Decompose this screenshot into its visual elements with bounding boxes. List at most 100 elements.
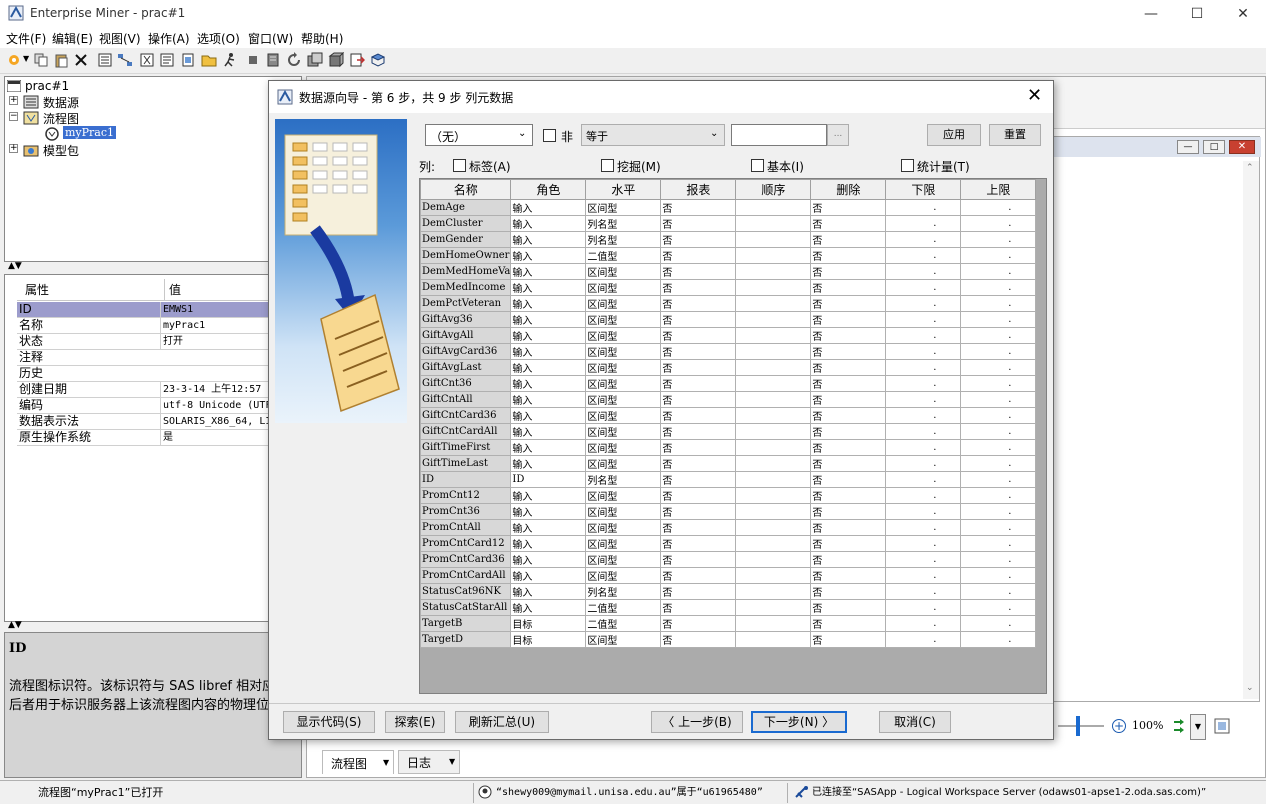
layout-dropdown-icon[interactable]: ▼ [1190, 714, 1206, 740]
table-cell[interactable]: 输入 [510, 599, 587, 616]
cell-lower-limit[interactable]: . [885, 551, 962, 568]
table-cell[interactable]: 否 [660, 295, 737, 312]
cell-lower-limit[interactable]: . [885, 231, 962, 248]
cube-icon[interactable] [328, 52, 344, 68]
cell-lower-limit[interactable]: . [885, 311, 962, 328]
table-cell[interactable]: 否 [810, 295, 887, 312]
table-cell[interactable]: 区间型 [585, 279, 662, 296]
table-cell[interactable] [735, 199, 812, 216]
table-cell[interactable]: 区间型 [585, 631, 662, 648]
cell-upper-limit[interactable]: . [960, 279, 1037, 296]
table-row[interactable]: GiftAvg36 输入 区间型否否.. [419, 311, 1037, 328]
table-cell[interactable]: 区间型 [585, 263, 662, 280]
table-row[interactable]: PromCntCard12 输入 区间型否否.. [419, 535, 1037, 552]
table-row[interactable]: DemHomeOwner 输入 二值型否否.. [419, 247, 1037, 264]
cell-name[interactable]: TargetD [419, 631, 512, 648]
table-cell[interactable]: 否 [810, 359, 887, 376]
table-cell[interactable]: 否 [810, 599, 887, 616]
mining-checkbox[interactable] [601, 159, 614, 172]
table-row[interactable]: GiftCntCardAll 输入 区间型否否.. [419, 423, 1037, 440]
cell-lower-limit[interactable]: . [885, 215, 962, 232]
diagram-minimize-button[interactable]: — [1177, 140, 1199, 154]
cell-upper-limit[interactable]: . [960, 471, 1037, 488]
table-cell[interactable]: 否 [810, 551, 887, 568]
cell-lower-limit[interactable]: . [885, 535, 962, 552]
table-cell[interactable]: 区间型 [585, 439, 662, 456]
cell-upper-limit[interactable]: . [960, 615, 1037, 632]
cell-upper-limit[interactable]: . [960, 631, 1037, 648]
table-cell[interactable]: 输入 [510, 567, 587, 584]
table-cell[interactable]: 输入 [510, 583, 587, 600]
table-row[interactable]: PromCnt36 输入 区间型否否.. [419, 503, 1037, 520]
cell-lower-limit[interactable]: . [885, 327, 962, 344]
table-cell[interactable] [735, 311, 812, 328]
cell-lower-limit[interactable]: . [885, 487, 962, 504]
table-row[interactable]: PromCntAll 输入 区间型否否.. [419, 519, 1037, 536]
cell-lower-limit[interactable]: . [885, 583, 962, 600]
cell-name[interactable]: DemCluster [419, 215, 512, 232]
paste-icon[interactable] [53, 52, 69, 68]
table-cell[interactable]: 否 [660, 519, 737, 536]
cell-upper-limit[interactable]: . [960, 439, 1037, 456]
folder-icon[interactable] [201, 52, 217, 68]
table-cell[interactable]: 否 [660, 503, 737, 520]
table-cell[interactable]: 列名型 [585, 215, 662, 232]
table-row[interactable]: DemAge 输入 区间型否否.. [419, 199, 1037, 216]
table-cell[interactable]: 否 [810, 535, 887, 552]
cell-upper-limit[interactable]: . [960, 487, 1037, 504]
table-cell[interactable]: 列名型 [585, 583, 662, 600]
layout-icon[interactable] [1172, 718, 1188, 734]
cell-upper-limit[interactable]: . [960, 247, 1037, 264]
table-cell[interactable]: 否 [810, 439, 887, 456]
table-cell[interactable]: 输入 [510, 455, 587, 472]
cell-lower-limit[interactable]: . [885, 295, 962, 312]
table-cell[interactable]: 否 [810, 471, 887, 488]
table-cell[interactable]: 否 [660, 199, 737, 216]
table-cell[interactable] [735, 567, 812, 584]
table-cell[interactable]: 否 [660, 455, 737, 472]
cell-lower-limit[interactable]: . [885, 343, 962, 360]
table-cell[interactable] [735, 615, 812, 632]
column-header[interactable]: 顺序 [735, 179, 812, 200]
table-cell[interactable]: 否 [810, 391, 887, 408]
table-cell[interactable]: 否 [810, 199, 887, 216]
property-row[interactable]: 名称 myPrac1 [17, 318, 303, 334]
cell-name[interactable]: PromCntCard12 [419, 535, 512, 552]
table-cell[interactable]: 目标 [510, 615, 587, 632]
column-header[interactable]: 报表 [660, 179, 737, 200]
cell-upper-limit[interactable]: . [960, 567, 1037, 584]
maximize-button[interactable]: ☐ [1174, 0, 1220, 28]
cell-upper-limit[interactable]: . [960, 391, 1037, 408]
column-header[interactable]: 删除 [810, 179, 887, 200]
property-row[interactable]: 状态 打开 [17, 334, 303, 350]
property-row[interactable]: 历史 [17, 366, 303, 382]
cell-name[interactable]: GiftCntAll [419, 391, 512, 408]
column-header[interactable]: 下限 [885, 179, 962, 200]
table-cell[interactable]: 否 [660, 231, 737, 248]
filter-value-input[interactable] [731, 124, 827, 146]
table-cell[interactable]: 区间型 [585, 519, 662, 536]
cancel-button[interactable]: 取消(C) [879, 711, 951, 733]
table-cell[interactable]: 否 [660, 359, 737, 376]
cell-name[interactable]: GiftAvgAll [419, 327, 512, 344]
not-checkbox[interactable] [543, 129, 556, 142]
table-cell[interactable]: 否 [810, 247, 887, 264]
table-cell[interactable] [735, 535, 812, 552]
table-cell[interactable]: 输入 [510, 375, 587, 392]
table-cell[interactable]: 区间型 [585, 295, 662, 312]
explore-button[interactable]: 探索(E) [385, 711, 445, 733]
next-button[interactable]: 下一步(N) 〉 [751, 711, 847, 733]
table-cell[interactable]: 区间型 [585, 359, 662, 376]
table-cell[interactable] [735, 359, 812, 376]
cell-name[interactable]: GiftAvgLast [419, 359, 512, 376]
fit-window-icon[interactable] [1214, 718, 1230, 734]
cell-lower-limit[interactable]: . [885, 631, 962, 648]
cell-upper-limit[interactable]: . [960, 375, 1037, 392]
table-cell[interactable]: 区间型 [585, 407, 662, 424]
table-cell[interactable]: 区间型 [585, 391, 662, 408]
table-cell[interactable]: 否 [660, 423, 737, 440]
cell-name[interactable]: DemMedHomeVa [419, 263, 512, 280]
cell-lower-limit[interactable]: . [885, 599, 962, 616]
help-book-icon[interactable] [370, 52, 386, 68]
table-cell[interactable]: 区间型 [585, 327, 662, 344]
